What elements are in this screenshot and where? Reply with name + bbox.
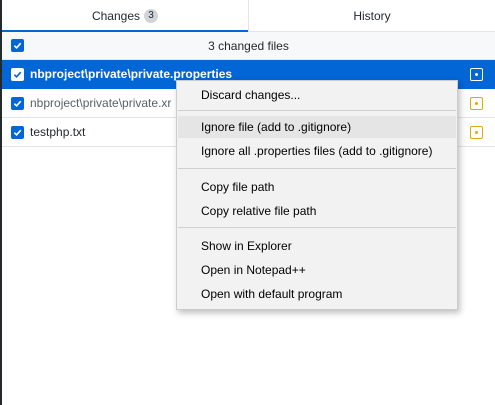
modified-status-icon <box>470 125 483 139</box>
file-path: nbproject\private\private.properties <box>30 67 470 81</box>
file-dir: nbproject\private\ <box>30 67 131 81</box>
menu-separator <box>178 227 456 228</box>
file-checkbox[interactable] <box>11 125 24 139</box>
modified-status-icon <box>470 67 483 81</box>
menu-separator <box>178 110 456 111</box>
menu-item-copy-file-path[interactable]: Copy file path <box>178 176 456 198</box>
menu-item-ignore-file[interactable]: Ignore file (add to .gitignore) <box>178 116 456 138</box>
checkmark-icon <box>13 71 22 78</box>
changes-count-badge: 3 <box>144 8 159 23</box>
modified-status-icon <box>470 96 483 110</box>
app-window: Changes 3 History 3 changed files nbproj… <box>0 0 495 405</box>
tab-changes[interactable]: Changes 3 <box>2 0 248 32</box>
changed-files-summary: 3 changed files <box>208 38 289 53</box>
tab-history[interactable]: History <box>248 0 495 31</box>
changes-header: 3 changed files <box>2 32 495 60</box>
menu-item-show-in-explorer[interactable]: Show in Explorer <box>178 235 456 257</box>
menu-item-discard-changes[interactable]: Discard changes... <box>178 84 456 106</box>
menu-item-ignore-extension[interactable]: Ignore all .properties files (add to .gi… <box>178 140 456 162</box>
tab-history-label: History <box>353 8 391 23</box>
file-name: private.properties <box>130 67 233 81</box>
tab-changes-label: Changes <box>91 8 141 23</box>
file-checkbox[interactable] <box>11 96 24 110</box>
file-name: testphp.txt <box>30 125 86 139</box>
menu-separator <box>178 168 456 169</box>
checkmark-icon <box>13 100 22 107</box>
menu-item-open-default-program[interactable]: Open with default program <box>178 283 456 305</box>
menu-item-open-in-editor[interactable]: Open in Notepad++ <box>178 259 456 281</box>
menu-item-copy-relative-path[interactable]: Copy relative file path <box>178 200 456 222</box>
file-checkbox[interactable] <box>11 67 24 81</box>
tab-bar: Changes 3 History <box>2 0 495 32</box>
checkmark-icon <box>13 129 22 136</box>
file-path-visible: nbproject\private\private.xr <box>30 96 172 110</box>
file-context-menu: Discard changes... Ignore file (add to .… <box>176 80 458 310</box>
